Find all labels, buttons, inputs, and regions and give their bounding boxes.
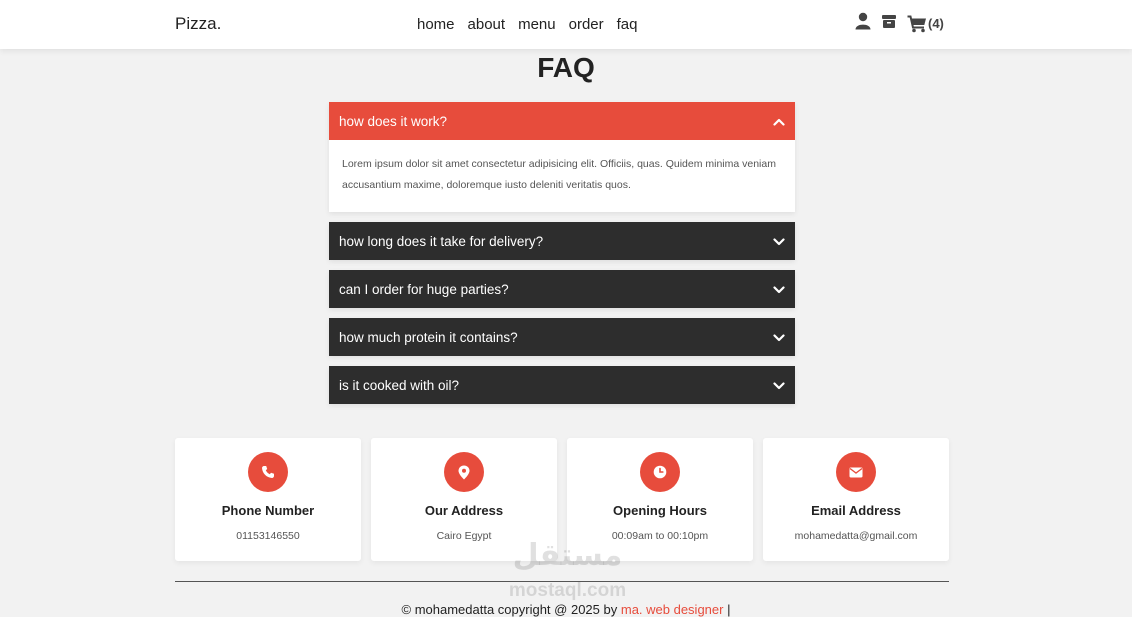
chevron-down-icon[interactable] [773, 234, 785, 249]
main-nav: home about menu order faq [417, 16, 638, 33]
info-card-value: 00:09am to 00:10pm [611, 530, 709, 542]
faq-question-text: is it cooked with oil? [339, 377, 460, 393]
info-card-phone: Phone Number 01153146550 [175, 438, 361, 561]
faq-list: how does it work? Lorem ipsum dolor sit … [329, 102, 795, 414]
info-card-address: Our Address Cairo Egypt [371, 438, 557, 561]
faq-item: how much protein it contains? [329, 318, 795, 356]
faq-question[interactable]: can I order for huge parties? [329, 270, 795, 308]
footer-divider [175, 581, 949, 582]
chevron-down-icon[interactable] [773, 378, 785, 393]
info-card-title: Email Address [811, 503, 901, 518]
info-card-value: Cairo Egypt [436, 530, 492, 542]
faq-question[interactable]: how does it work? [329, 102, 795, 140]
cart-count: (4) [928, 16, 944, 31]
faq-item: is it cooked with oil? [329, 366, 795, 404]
credit-separator: | [727, 602, 731, 617]
info-card-hours: Opening Hours 00:09am to 00:10pm [567, 438, 753, 561]
faq-answer: Lorem ipsum dolor sit amet consectetur a… [329, 140, 795, 212]
faq-question-text: how long does it take for delivery? [339, 233, 544, 249]
faq-question[interactable]: is it cooked with oil? [329, 366, 795, 404]
contact-info-cards: Phone Number 01153146550 Our Address Cai… [175, 438, 949, 561]
chevron-down-icon[interactable] [773, 330, 785, 345]
nav-faq[interactable]: faq [617, 16, 638, 33]
header-icons: (4) [855, 12, 944, 35]
cart-icon[interactable]: (4) [907, 15, 944, 33]
faq-question-text: how does it work? [339, 113, 448, 129]
faq-item: how long does it take for delivery? [329, 222, 795, 260]
info-card-value: 01153146550 [236, 530, 300, 542]
info-card-value: mohamedatta@gmail.com [794, 530, 918, 542]
info-card-email: Email Address mohamedatta@gmail.com [763, 438, 949, 561]
designer-link[interactable]: ma. web designer [621, 602, 724, 617]
location-icon [444, 452, 484, 492]
site-header: Pizza. home about menu order faq (4) [0, 0, 1132, 49]
info-card-title: Opening Hours [613, 503, 707, 518]
faq-item: can I order for huge parties? [329, 270, 795, 308]
watermark-latin: mostaql.com [508, 580, 627, 601]
info-card-title: Phone Number [221, 503, 315, 518]
faq-question[interactable]: how long does it take for delivery? [329, 222, 795, 260]
box-icon[interactable] [881, 13, 897, 34]
nav-order[interactable]: order [569, 16, 604, 33]
nav-about[interactable]: about [468, 16, 506, 33]
faq-title: FAQ [537, 52, 595, 83]
chevron-up-icon[interactable] [773, 114, 785, 129]
credit-text: © mohamedatta copyright @ 2025 by [401, 602, 618, 617]
site-logo[interactable]: Pizza. [175, 14, 221, 34]
info-card-title: Our Address [424, 503, 504, 518]
envelope-icon [836, 452, 876, 492]
nav-home[interactable]: home [417, 16, 455, 33]
nav-menu[interactable]: menu [518, 16, 556, 33]
faq-question-text: how much protein it contains? [339, 329, 518, 345]
clock-icon [640, 452, 680, 492]
faq-item: how does it work? Lorem ipsum dolor sit … [329, 102, 795, 212]
chevron-down-icon[interactable] [773, 282, 785, 297]
phone-icon [248, 452, 288, 492]
faq-question-text: can I order for huge parties? [339, 281, 509, 297]
user-icon[interactable] [855, 12, 871, 35]
footer-credit: © mohamedatta copyright @ 2025 by ma. we… [0, 602, 1132, 617]
faq-question[interactable]: how much protein it contains? [329, 318, 795, 356]
